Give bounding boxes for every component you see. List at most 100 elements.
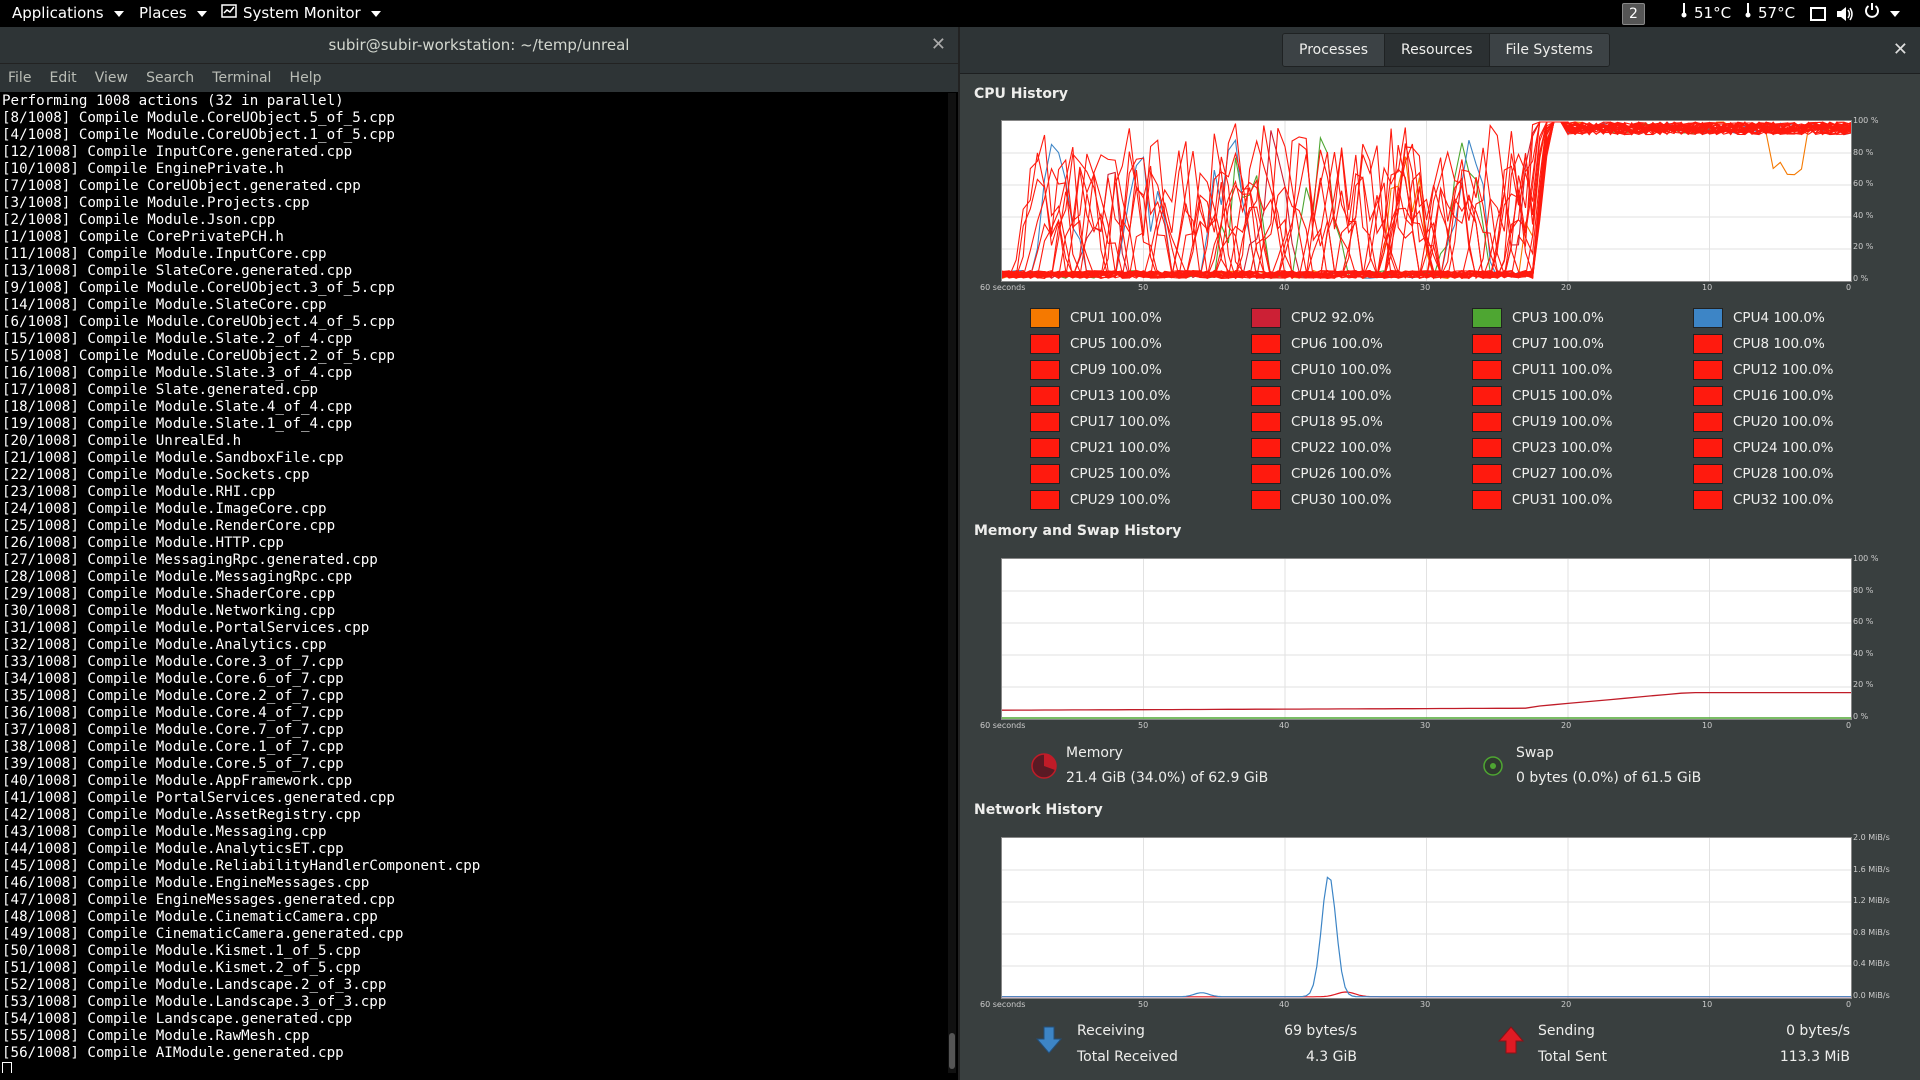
cpu-legend-item[interactable]: CPU15 100.0%	[1472, 386, 1612, 406]
cpu-color-swatch[interactable]	[1030, 386, 1060, 406]
cpu-legend-item[interactable]: CPU22 100.0%	[1251, 438, 1391, 458]
terminal-window: subir@subir-workstation: ~/temp/unreal ✕…	[0, 27, 958, 1080]
close-icon[interactable]: ✕	[1893, 27, 1908, 73]
cpu-color-swatch[interactable]	[1251, 334, 1281, 354]
cpu-color-swatch[interactable]	[1251, 464, 1281, 484]
cpu-color-swatch[interactable]	[1693, 412, 1723, 432]
cpu-legend-item[interactable]: CPU18 95.0%	[1251, 412, 1383, 432]
menu-terminal[interactable]: Terminal	[212, 64, 271, 92]
tab-processes[interactable]: Processes	[1283, 34, 1386, 66]
cpu-legend-item[interactable]: CPU5 100.0%	[1030, 334, 1162, 354]
temperature-2[interactable]: 57°C	[1744, 0, 1795, 27]
terminal-titlebar[interactable]: subir@subir-workstation: ~/temp/unreal ✕	[0, 27, 958, 63]
cpu-color-swatch[interactable]	[1030, 464, 1060, 484]
cpu-legend-item[interactable]: CPU3 100.0%	[1472, 308, 1604, 328]
cpu-color-swatch[interactable]	[1693, 386, 1723, 406]
cpu-color-swatch[interactable]	[1472, 308, 1502, 328]
temperature-1[interactable]: 51°C	[1680, 0, 1731, 27]
menu-file[interactable]: File	[8, 64, 31, 92]
cpu-legend-item[interactable]: CPU31 100.0%	[1472, 490, 1612, 510]
cpu-legend-item[interactable]: CPU13 100.0%	[1030, 386, 1170, 406]
cpu-legend-item[interactable]: CPU11 100.0%	[1472, 360, 1612, 380]
total-sent-label: Total Sent	[1538, 1049, 1608, 1065]
cpu-legend-item[interactable]: CPU28 100.0%	[1693, 464, 1833, 484]
cpu-color-swatch[interactable]	[1251, 386, 1281, 406]
cpu-legend-item[interactable]: CPU7 100.0%	[1472, 334, 1604, 354]
cpu-color-swatch[interactable]	[1472, 438, 1502, 458]
cpu-color-swatch[interactable]	[1693, 360, 1723, 380]
terminal-output[interactable]: Performing 1008 actions (32 in parallel)…	[2, 93, 942, 1073]
power-menu[interactable]	[1864, 0, 1900, 27]
cpu-color-swatch[interactable]	[1472, 334, 1502, 354]
cpu-legend-label: CPU5 100.0%	[1070, 336, 1162, 352]
cpu-legend-item[interactable]: CPU2 92.0%	[1251, 308, 1374, 328]
cpu-legend-item[interactable]: CPU30 100.0%	[1251, 490, 1391, 510]
cpu-legend-item[interactable]: CPU1 100.0%	[1030, 308, 1162, 328]
cpu-legend-item[interactable]: CPU10 100.0%	[1251, 360, 1391, 380]
cpu-legend-item[interactable]: CPU16 100.0%	[1693, 386, 1833, 406]
cpu-color-swatch[interactable]	[1251, 360, 1281, 380]
terminal-line: [46/1008] Compile Module.EngineMessages.…	[2, 875, 370, 891]
tab-resources[interactable]: Resources	[1385, 34, 1490, 66]
cpu-color-swatch[interactable]	[1472, 490, 1502, 510]
cpu-legend-item[interactable]: CPU19 100.0%	[1472, 412, 1612, 432]
cpu-legend-item[interactable]: CPU17 100.0%	[1030, 412, 1170, 432]
cpu-legend-item[interactable]: CPU21 100.0%	[1030, 438, 1170, 458]
volume-icon[interactable]	[1836, 0, 1854, 27]
cpu-legend-label: CPU25 100.0%	[1070, 466, 1171, 482]
cpu-legend-item[interactable]: CPU25 100.0%	[1030, 464, 1170, 484]
menu-help[interactable]: Help	[290, 64, 322, 92]
cpu-color-swatch[interactable]	[1472, 360, 1502, 380]
cpu-legend-item[interactable]: CPU20 100.0%	[1693, 412, 1833, 432]
app-menu-system-monitor[interactable]: System Monitor	[221, 0, 381, 27]
cpu-color-swatch[interactable]	[1030, 438, 1060, 458]
cpu-color-swatch[interactable]	[1693, 490, 1723, 510]
cpu-color-swatch[interactable]	[1251, 308, 1281, 328]
network-history-title: Network History	[974, 802, 1103, 818]
cpu-color-swatch[interactable]	[1472, 386, 1502, 406]
menu-view[interactable]: View	[95, 64, 128, 92]
cpu-color-swatch[interactable]	[1693, 308, 1723, 328]
cpu-color-swatch[interactable]	[1693, 464, 1723, 484]
cpu-legend-label: CPU28 100.0%	[1733, 466, 1834, 482]
cpu-color-swatch[interactable]	[1251, 490, 1281, 510]
cpu-legend-label: CPU15 100.0%	[1512, 388, 1613, 404]
menu-edit[interactable]: Edit	[50, 64, 77, 92]
cpu-legend-item[interactable]: CPU23 100.0%	[1472, 438, 1612, 458]
cpu-color-swatch[interactable]	[1251, 412, 1281, 432]
scrollbar-thumb[interactable]	[949, 1033, 955, 1069]
close-icon[interactable]: ✕	[931, 27, 946, 63]
cpu-legend-item[interactable]: CPU14 100.0%	[1251, 386, 1391, 406]
cpu-legend-item[interactable]: CPU4 100.0%	[1693, 308, 1825, 328]
applications-menu[interactable]: Applications	[12, 0, 124, 27]
cpu-legend-item[interactable]: CPU9 100.0%	[1030, 360, 1162, 380]
cpu-color-swatch[interactable]	[1030, 412, 1060, 432]
cpu-legend-item[interactable]: CPU29 100.0%	[1030, 490, 1170, 510]
cpu-color-swatch[interactable]	[1693, 438, 1723, 458]
places-menu[interactable]: Places	[139, 0, 207, 27]
tab-file-systems[interactable]: File Systems	[1489, 34, 1609, 66]
cpu-legend-item[interactable]: CPU8 100.0%	[1693, 334, 1825, 354]
cpu-legend-label: CPU21 100.0%	[1070, 440, 1171, 456]
cpu-color-swatch[interactable]	[1030, 490, 1060, 510]
cpu-color-swatch[interactable]	[1472, 412, 1502, 432]
cpu-legend-item[interactable]: CPU27 100.0%	[1472, 464, 1612, 484]
cpu-color-swatch[interactable]	[1030, 360, 1060, 380]
cpu-legend-item[interactable]: CPU12 100.0%	[1693, 360, 1833, 380]
cpu-legend-item[interactable]: CPU32 100.0%	[1693, 490, 1833, 510]
menu-search[interactable]: Search	[146, 64, 194, 92]
cpu-color-swatch[interactable]	[1030, 308, 1060, 328]
cpu-color-swatch[interactable]	[1693, 334, 1723, 354]
terminal-line: [21/1008] Compile Module.SandboxFile.cpp	[2, 450, 344, 466]
cpu-color-swatch[interactable]	[1251, 438, 1281, 458]
cpu-legend-item[interactable]: CPU26 100.0%	[1251, 464, 1391, 484]
y-tick-label: 0.0 MiB/s	[1853, 990, 1890, 1000]
terminal-scrollbar[interactable]	[948, 93, 956, 1073]
terminal-line: [16/1008] Compile Module.Slate.3_of_4.cp…	[2, 365, 353, 381]
cpu-color-swatch[interactable]	[1030, 334, 1060, 354]
workspace-indicator[interactable]: 2	[1622, 0, 1645, 27]
cpu-color-swatch[interactable]	[1472, 464, 1502, 484]
window-icon[interactable]	[1810, 0, 1826, 27]
cpu-legend-item[interactable]: CPU6 100.0%	[1251, 334, 1383, 354]
cpu-legend-item[interactable]: CPU24 100.0%	[1693, 438, 1833, 458]
